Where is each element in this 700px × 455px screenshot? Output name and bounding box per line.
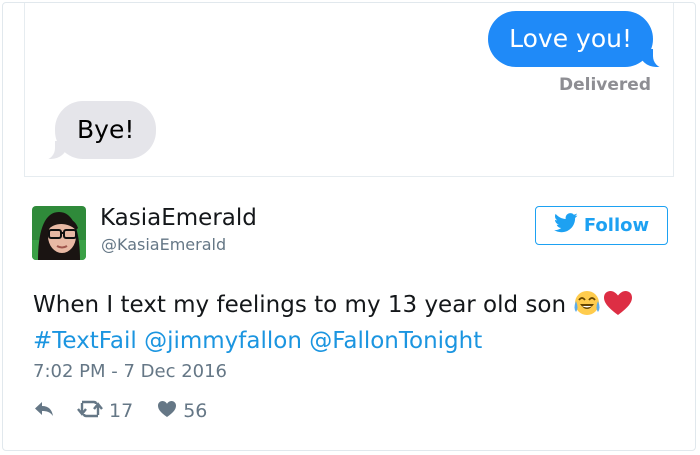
reply-icon bbox=[33, 400, 55, 423]
author-display-name[interactable]: KasiaEmerald bbox=[100, 205, 257, 231]
author-handle[interactable]: @KasiaEmerald bbox=[101, 235, 226, 254]
hashtag-link[interactable]: #TextFail bbox=[33, 328, 137, 354]
like-button[interactable]: 56 bbox=[157, 400, 207, 423]
red-heart-emoji bbox=[603, 290, 633, 325]
like-icon bbox=[157, 400, 177, 423]
reply-button[interactable] bbox=[33, 400, 55, 423]
mention-link[interactable]: @FallonTonight bbox=[309, 328, 482, 354]
retweet-icon bbox=[77, 399, 103, 424]
twitter-bird-icon bbox=[553, 213, 578, 238]
avatar[interactable] bbox=[32, 206, 86, 260]
mention-link[interactable]: @jimmyfallon bbox=[144, 328, 302, 354]
retweet-button[interactable]: 17 bbox=[77, 399, 133, 424]
follow-button[interactable]: Follow bbox=[535, 206, 668, 245]
retweet-count: 17 bbox=[109, 400, 134, 422]
outgoing-message-text: Love you! bbox=[509, 24, 632, 53]
tweet-media-image[interactable]: Love you! Delivered Bye! bbox=[24, 3, 674, 177]
tweet-text: When I text my feelings to my 13 year ol… bbox=[33, 289, 673, 357]
tweet-actions: 17 56 bbox=[33, 398, 207, 424]
outgoing-message-bubble: Love you! bbox=[488, 11, 672, 68]
tweet-body: When I text my feelings to my 13 year ol… bbox=[33, 292, 567, 318]
delivered-status: Delivered bbox=[559, 75, 651, 95]
follow-button-label: Follow bbox=[583, 215, 650, 236]
incoming-message-text: Bye! bbox=[77, 115, 135, 144]
like-count: 56 bbox=[183, 400, 208, 422]
incoming-message-bubble: Bye! bbox=[35, 101, 157, 160]
joy-emoji bbox=[573, 290, 603, 325]
tweet-timestamp[interactable]: 7:02 PM - 7 Dec 2016 bbox=[33, 361, 227, 382]
